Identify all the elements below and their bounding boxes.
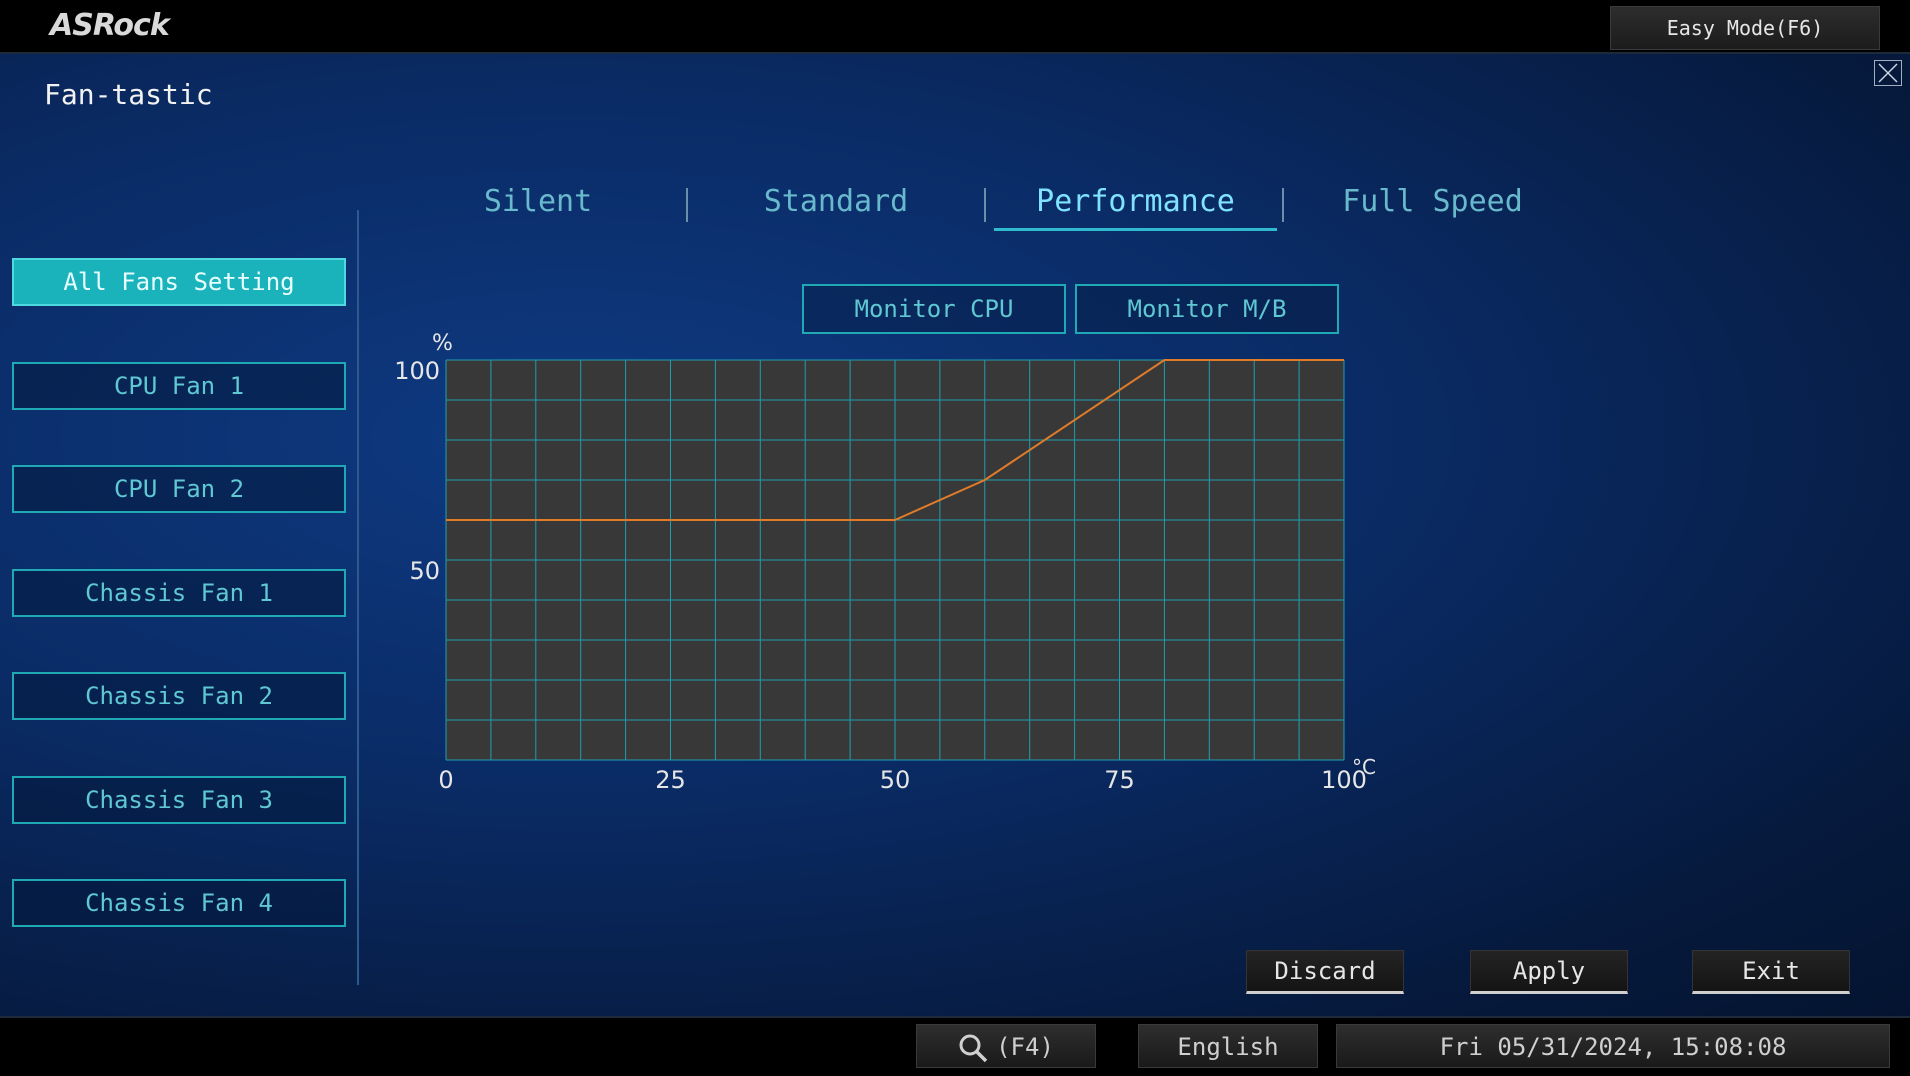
tab-performance[interactable]: Performance — [994, 176, 1277, 228]
tab-separator — [1282, 188, 1284, 222]
y-tick-label: 50 — [409, 557, 440, 585]
chassis-fan-2-button[interactable]: Chassis Fan 2 — [12, 672, 346, 720]
sidebar-divider — [357, 210, 359, 985]
all-fans-setting-button[interactable]: All Fans Setting — [12, 258, 346, 306]
active-tab-underline — [994, 228, 1277, 231]
language-selector[interactable]: English — [1138, 1024, 1318, 1068]
x-tick-label: 0 — [438, 766, 453, 794]
page-title: Fan-tastic — [44, 78, 213, 111]
x-tick-label: 50 — [880, 766, 911, 794]
top-bar: ASRock Easy Mode(F6) — [0, 0, 1910, 54]
apply-button[interactable]: Apply — [1470, 950, 1628, 994]
chassis-fan-4-button[interactable]: Chassis Fan 4 — [12, 879, 346, 927]
search-button[interactable]: (F4) — [916, 1024, 1096, 1068]
cpu-fan-2-button[interactable]: CPU Fan 2 — [12, 465, 346, 513]
close-button[interactable] — [1874, 60, 1902, 86]
y-tick-label: 100 — [394, 357, 440, 385]
tab-separator — [686, 188, 688, 222]
datetime-display: Fri 05/31/2024, 15:08:08 — [1336, 1024, 1890, 1068]
y-axis-unit: % — [432, 331, 453, 356]
tab-separator — [984, 188, 986, 222]
tab-standard[interactable]: Standard — [736, 176, 936, 228]
easy-mode-button[interactable]: Easy Mode(F6) — [1610, 6, 1880, 50]
chassis-fan-1-button[interactable]: Chassis Fan 1 — [12, 569, 346, 617]
x-tick-label: 25 — [655, 766, 686, 794]
discard-button[interactable]: Discard — [1246, 950, 1404, 994]
search-shortcut-label: (F4) — [996, 1033, 1054, 1061]
tab-full-speed[interactable]: Full Speed — [1330, 176, 1535, 228]
tab-silent[interactable]: Silent — [440, 176, 636, 228]
cpu-fan-1-button[interactable]: CPU Fan 1 — [12, 362, 346, 410]
x-tick-label: 75 — [1104, 766, 1135, 794]
exit-button[interactable]: Exit — [1692, 950, 1850, 994]
fan-curve-chart[interactable]: 0 25 50 75 10050100 % °C — [380, 320, 1400, 810]
asrock-logo: ASRock — [50, 8, 170, 43]
close-icon — [1878, 63, 1898, 83]
x-axis-unit: °C — [1352, 755, 1376, 779]
chassis-fan-3-button[interactable]: Chassis Fan 3 — [12, 776, 346, 824]
search-icon — [959, 1034, 988, 1063]
